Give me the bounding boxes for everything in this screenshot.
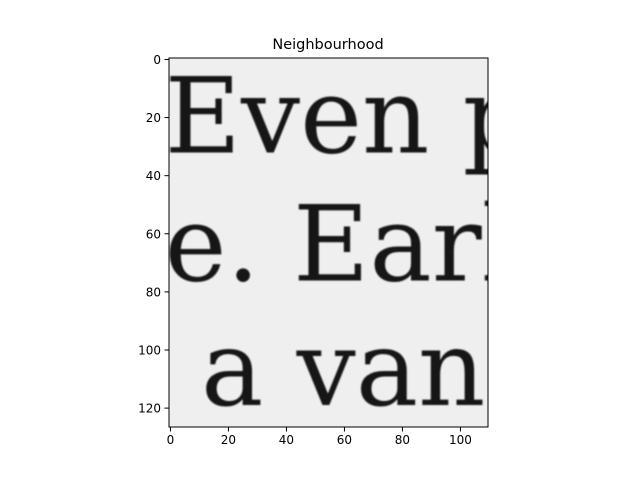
x-tick-label: 60 xyxy=(337,433,352,447)
chart-title: Neighbourhood xyxy=(272,37,383,53)
y-tick-label: 0 xyxy=(153,53,161,67)
neighbourhood-image-chart: Neighbourhood Even pe. Earla van 0 20 40 60… xyxy=(138,37,530,447)
image-area: Even pe. Earla van xyxy=(165,55,530,430)
x-axis: 0 20 40 60 80 100 xyxy=(167,427,472,447)
y-tick-label: 20 xyxy=(146,111,161,125)
y-tick-label: 80 xyxy=(146,285,161,299)
x-tick-label: 80 xyxy=(395,433,410,447)
y-tick-label: 100 xyxy=(138,344,161,358)
x-tick-label: 100 xyxy=(449,433,472,447)
x-tick-label: 20 xyxy=(221,433,236,447)
y-tick-label: 120 xyxy=(138,402,161,416)
y-tick-label: 40 xyxy=(146,169,161,183)
y-tick-label: 60 xyxy=(146,227,161,241)
image-text-line: Even p xyxy=(165,55,530,177)
x-tick-label: 0 xyxy=(167,433,175,447)
figure: Neighbourhood Even p e. Earl a van 0 20 40 60… xyxy=(0,0,640,480)
x-tick-label: 40 xyxy=(279,433,294,447)
image-text-line: a van xyxy=(201,308,485,430)
image-text-line: e. Earl xyxy=(165,183,516,305)
y-axis: 0 20 40 60 80 100 120 xyxy=(138,53,169,416)
